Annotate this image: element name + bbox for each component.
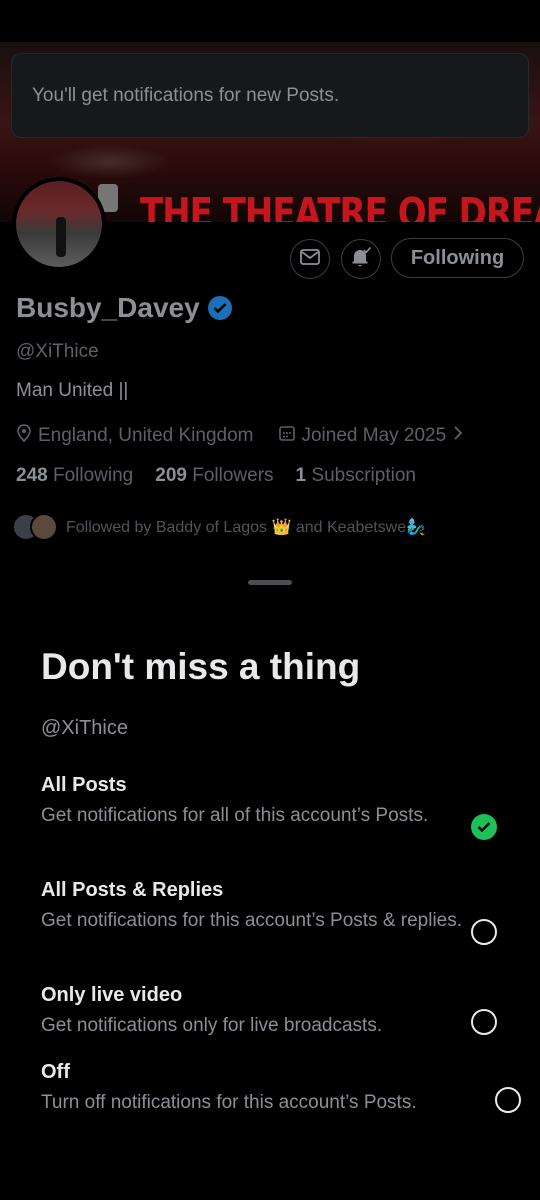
display-name: Busby_Davey: [16, 292, 200, 323]
notification-toast: You'll get notifications for new Posts.: [11, 53, 529, 138]
banner-text: THE THEATRE OF DREAMS: [140, 190, 540, 222]
display-name-row: Busby_Davey: [16, 292, 232, 324]
option-description: Get notifications for this account’s Pos…: [41, 910, 463, 931]
followed-by[interactable]: Followed by Baddy of Lagos 👑 and Keabets…: [12, 513, 426, 541]
notification-settings-sheet: Don't miss a thing @XiThice All Posts Ge…: [0, 560, 540, 1200]
option-title: Off: [41, 1061, 70, 1083]
option-off[interactable]: Off Turn off notifications for this acco…: [41, 1059, 521, 1117]
mail-icon: [300, 248, 320, 270]
option-all-posts-replies[interactable]: All Posts & Replies Get notifications fo…: [41, 877, 511, 945]
radio-button[interactable]: [471, 1009, 497, 1035]
follower-avatars: [12, 513, 58, 541]
radio-selected-check-icon[interactable]: [471, 814, 497, 840]
option-description: Turn off notifications for this account’…: [41, 1092, 417, 1113]
following-button[interactable]: Following: [391, 238, 524, 278]
avatar[interactable]: [12, 177, 106, 271]
calendar-icon: [279, 425, 296, 447]
profile-bio: Man United ||: [16, 380, 129, 401]
option-description: Get notifications only for live broadcas…: [41, 1015, 383, 1036]
radio-button[interactable]: [471, 919, 497, 945]
bell-check-icon: [350, 246, 372, 273]
profile-meta: England, United Kingdom Joined May 2025: [16, 424, 464, 448]
message-button[interactable]: [290, 239, 330, 279]
option-title: All Posts & Replies: [41, 879, 224, 901]
option-title: All Posts: [41, 774, 127, 796]
joined-date: Joined May 2025: [301, 425, 447, 446]
profile-background: THE THEATRE OF DREAMS You'll get notific…: [0, 0, 540, 560]
sheet-handle: @XiThice: [41, 717, 128, 739]
option-only-live-video[interactable]: Only live video Get notifications only f…: [41, 982, 511, 1040]
option-title: Only live video: [41, 984, 183, 1006]
radio-button[interactable]: [495, 1087, 521, 1113]
option-all-posts[interactable]: All Posts Get notifications for all of t…: [41, 772, 511, 840]
profile-handle: @XiThice: [16, 341, 99, 362]
following-stat[interactable]: 248 Following: [16, 465, 133, 487]
notifications-button[interactable]: [341, 239, 381, 279]
followed-by-text: Followed by Baddy of Lagos 👑 and Keabets…: [66, 519, 427, 536]
profile-stats: 248 Following 209 Followers 1 Subscripti…: [16, 465, 416, 487]
sheet-grabber[interactable]: [248, 580, 292, 585]
option-description: Get notifications for all of this accoun…: [41, 805, 429, 826]
verified-badge-icon: [207, 296, 232, 320]
location-text: England, United Kingdom: [38, 425, 254, 446]
chevron-right-icon[interactable]: [452, 425, 464, 447]
subscription-stat[interactable]: 1 Subscription: [296, 465, 416, 487]
followers-stat[interactable]: 209 Followers: [155, 465, 273, 487]
toast-message: You'll get notifications for new Posts.: [32, 84, 340, 106]
location-icon: [16, 424, 32, 448]
sheet-title: Don't miss a thing: [41, 646, 361, 687]
